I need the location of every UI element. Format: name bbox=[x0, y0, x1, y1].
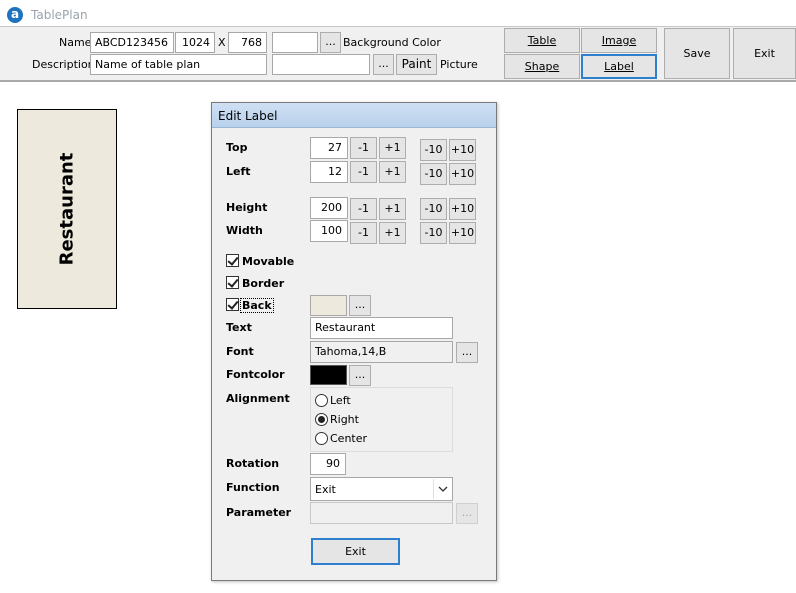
background-color-input[interactable] bbox=[272, 32, 318, 53]
app-logo-icon: a bbox=[7, 7, 23, 23]
font-input: Tahoma,14,B bbox=[310, 341, 453, 363]
canvas-width-input[interactable]: 1024 bbox=[175, 32, 215, 53]
align-right-label: Right bbox=[330, 413, 359, 426]
function-select[interactable]: Exit bbox=[310, 477, 453, 501]
font-browse-button[interactable]: ... bbox=[456, 342, 478, 363]
paint-button[interactable]: Paint bbox=[396, 54, 437, 75]
label-text-input[interactable]: Restaurant bbox=[310, 317, 453, 339]
add-image-label: Image bbox=[601, 34, 637, 47]
picture-browse-button[interactable]: ... bbox=[373, 54, 394, 75]
add-table-button[interactable]: Table bbox=[504, 28, 580, 53]
text-label: Text bbox=[226, 321, 252, 334]
name-input[interactable]: ABCD123456 bbox=[90, 32, 174, 53]
size-separator: X bbox=[218, 36, 226, 49]
left-minus10-button[interactable]: -10 bbox=[420, 163, 447, 185]
width-minus10-button[interactable]: -10 bbox=[420, 222, 447, 244]
height-minus10-button[interactable]: -10 bbox=[420, 198, 447, 220]
picture-label: Picture bbox=[440, 58, 478, 71]
width-plus1-button[interactable]: +1 bbox=[379, 222, 406, 244]
top-label: Top bbox=[226, 141, 248, 154]
dialog-exit-button[interactable]: Exit bbox=[311, 538, 400, 565]
canvas-label-restaurant[interactable]: Restaurant bbox=[17, 109, 117, 309]
top-plus1-button[interactable]: +1 bbox=[379, 137, 406, 159]
font-label: Font bbox=[226, 345, 254, 358]
add-image-button[interactable]: Image bbox=[581, 28, 657, 53]
back-color-swatch[interactable] bbox=[310, 295, 347, 316]
back-checkbox[interactable] bbox=[226, 298, 239, 311]
left-plus10-button[interactable]: +10 bbox=[449, 163, 476, 185]
width-input[interactable]: 100 bbox=[310, 220, 348, 242]
movable-label: Movable bbox=[242, 255, 295, 268]
picture-input[interactable] bbox=[272, 54, 370, 75]
width-minus1-button[interactable]: -1 bbox=[350, 222, 377, 244]
align-center-radio[interactable] bbox=[315, 432, 328, 445]
font-color-swatch[interactable] bbox=[310, 365, 347, 385]
add-table-label: Table bbox=[527, 34, 557, 47]
top-minus1-button[interactable]: -1 bbox=[350, 137, 377, 159]
description-label: Description bbox=[32, 58, 95, 71]
function-select-value: Exit bbox=[315, 483, 336, 496]
add-shape-button[interactable]: Shape bbox=[504, 54, 580, 79]
height-minus1-button[interactable]: -1 bbox=[350, 198, 377, 220]
add-shape-label: Shape bbox=[524, 60, 560, 73]
left-input[interactable]: 12 bbox=[310, 161, 348, 183]
left-label: Left bbox=[226, 165, 251, 178]
canvas-label-text: Restaurant bbox=[56, 152, 78, 266]
window-title: TablePlan bbox=[31, 8, 88, 22]
left-minus1-button[interactable]: -1 bbox=[350, 161, 377, 183]
align-left-label: Left bbox=[330, 394, 351, 407]
dialog-title-bar: Edit Label bbox=[212, 103, 496, 128]
width-plus10-button[interactable]: +10 bbox=[449, 222, 476, 244]
back-label: Back bbox=[240, 298, 274, 313]
height-label: Height bbox=[226, 201, 268, 214]
edit-label-dialog: Edit Label Top 27 -1 +1 -10 +10 Left 12 … bbox=[211, 102, 497, 581]
chevron-down-icon[interactable] bbox=[433, 479, 451, 499]
parameter-input bbox=[310, 502, 453, 524]
dialog-title: Edit Label bbox=[218, 109, 278, 123]
add-label-label: Label bbox=[604, 60, 634, 73]
canvas-height-input[interactable]: 768 bbox=[228, 32, 267, 53]
border-label: Border bbox=[242, 277, 285, 290]
border-checkbox[interactable] bbox=[226, 276, 239, 289]
add-label-button[interactable]: Label bbox=[581, 54, 657, 79]
left-plus1-button[interactable]: +1 bbox=[379, 161, 406, 183]
align-center-label: Center bbox=[330, 432, 368, 445]
description-input[interactable]: Name of table plan bbox=[90, 54, 267, 75]
parameter-label: Parameter bbox=[226, 506, 292, 519]
align-right-radio[interactable] bbox=[315, 413, 328, 426]
fontcolor-label: Fontcolor bbox=[226, 368, 285, 381]
height-input[interactable]: 200 bbox=[310, 197, 348, 219]
alignment-label: Alignment bbox=[226, 392, 290, 405]
name-label: Name bbox=[59, 36, 92, 49]
back-color-browse-button[interactable]: ... bbox=[349, 295, 371, 316]
top-input[interactable]: 27 bbox=[310, 137, 348, 159]
background-color-browse-button[interactable]: ... bbox=[320, 32, 341, 53]
font-color-browse-button[interactable]: ... bbox=[349, 365, 371, 386]
movable-checkbox[interactable] bbox=[226, 254, 239, 267]
function-label: Function bbox=[226, 481, 280, 494]
height-plus1-button[interactable]: +1 bbox=[379, 198, 406, 220]
rotation-input[interactable]: 90 bbox=[310, 453, 346, 475]
rotation-label: Rotation bbox=[226, 457, 280, 470]
height-plus10-button[interactable]: +10 bbox=[449, 198, 476, 220]
align-left-radio[interactable] bbox=[315, 394, 328, 407]
top-plus10-button[interactable]: +10 bbox=[449, 139, 476, 161]
save-button[interactable]: Save bbox=[664, 28, 730, 79]
parameter-browse-button: ... bbox=[456, 503, 478, 524]
background-color-label: Background Color bbox=[343, 36, 441, 49]
exit-button[interactable]: Exit bbox=[733, 28, 796, 79]
top-minus10-button[interactable]: -10 bbox=[420, 139, 447, 161]
width-label: Width bbox=[226, 224, 263, 237]
